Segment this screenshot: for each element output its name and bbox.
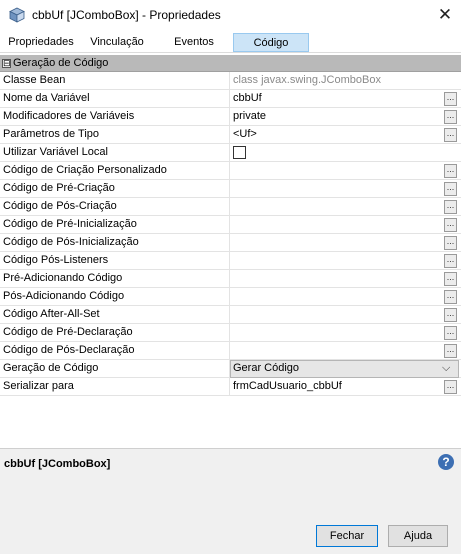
property-row[interactable]: Código de Pós-Criação... — [0, 198, 461, 216]
property-name: Código After-All-Set — [3, 308, 100, 320]
property-checkbox[interactable] — [233, 146, 246, 159]
column-divider — [229, 198, 230, 216]
property-row[interactable]: Parâmetros de Tipo <Uf>... — [0, 126, 461, 144]
property-row[interactable]: Código de Pós-Inicialização... — [0, 234, 461, 252]
column-divider — [229, 126, 230, 144]
column-divider — [229, 162, 230, 180]
property-name: Código de Pré-Declaração — [3, 326, 133, 338]
property-row[interactable]: Código de Pré-Declaração... — [0, 324, 461, 342]
property-value[interactable]: <Uf> — [233, 128, 438, 140]
help-button[interactable]: Ajuda — [388, 525, 448, 547]
description-title: cbbUf [JComboBox] — [4, 458, 111, 470]
property-name: Código de Pós-Declaração — [3, 344, 135, 356]
title-bar: cbbUf [JComboBox] - Propriedades ✕ — [0, 0, 461, 31]
ellipsis-button[interactable]: ... — [444, 200, 457, 214]
help-icon[interactable]: ? — [438, 454, 454, 470]
close-button[interactable]: Fechar — [316, 525, 378, 547]
section-header[interactable]: ⊟ Geração de Código — [0, 55, 461, 72]
property-sheet: Classe Bean class javax.swing.JComboBox No… — [0, 72, 461, 396]
ellipsis-button[interactable]: ... — [444, 92, 457, 106]
property-row[interactable]: Código de Criação Personalizado... — [0, 162, 461, 180]
section-label: Geração de Código — [13, 57, 109, 69]
ellipsis-button[interactable]: ... — [444, 380, 457, 394]
property-row[interactable]: Geração de Código Gerar Código ⌵ — [0, 360, 461, 378]
property-row[interactable]: Nome da Variável cbbUf... — [0, 90, 461, 108]
property-name: Parâmetros de Tipo — [3, 128, 99, 140]
property-row[interactable]: Serializar para frmCadUsuario_cbbUf... — [0, 378, 461, 396]
property-name: Código de Pós-Inicialização — [3, 236, 139, 248]
property-name: Utilizar Variável Local — [3, 146, 108, 158]
description-panel: cbbUf [JComboBox] ? Fechar Ajuda — [0, 448, 461, 554]
property-name: Modificadores de Variáveis — [3, 110, 135, 122]
collapse-icon[interactable]: ⊟ — [2, 59, 11, 68]
column-divider — [229, 324, 230, 342]
column-divider — [229, 108, 230, 126]
property-name: Geração de Código — [3, 362, 99, 374]
column-divider — [229, 378, 230, 396]
property-row[interactable]: Código Pós-Listeners... — [0, 252, 461, 270]
column-divider — [229, 216, 230, 234]
window-title: cbbUf [JComboBox] - Propriedades — [32, 8, 221, 22]
column-divider — [229, 342, 230, 360]
property-value[interactable]: frmCadUsuario_cbbUf — [233, 380, 438, 392]
tab-eventos[interactable]: Eventos — [168, 33, 220, 52]
property-name: Código de Pré-Criação — [3, 182, 115, 194]
property-row[interactable]: Código de Pré-Inicialização... — [0, 216, 461, 234]
ellipsis-button[interactable]: ... — [444, 308, 457, 322]
column-divider — [229, 144, 230, 162]
ellipsis-button[interactable]: ... — [444, 290, 457, 304]
property-name: Código de Pós-Criação — [3, 200, 117, 212]
dropdown-value: Gerar Código — [233, 362, 300, 374]
ellipsis-button[interactable]: ... — [444, 182, 457, 196]
tab-propriedades[interactable]: Propriedades — [6, 33, 76, 52]
property-name: Pós-Adicionando Código — [3, 290, 125, 302]
ellipsis-button[interactable]: ... — [444, 272, 457, 286]
close-icon[interactable]: ✕ — [432, 3, 458, 27]
property-row[interactable]: Classe Bean class javax.swing.JComboBox — [0, 72, 461, 90]
property-value[interactable]: private — [233, 110, 438, 122]
column-divider — [229, 306, 230, 324]
property-name: Serializar para — [3, 380, 74, 392]
property-name: Classe Bean — [3, 74, 66, 86]
property-row[interactable]: Pré-Adicionando Código... — [0, 270, 461, 288]
property-row[interactable]: Pós-Adicionando Código... — [0, 288, 461, 306]
column-divider — [229, 90, 230, 108]
property-row[interactable]: Modificadores de Variáveis private... — [0, 108, 461, 126]
property-name: Nome da Variável — [3, 92, 90, 104]
column-divider — [229, 72, 230, 90]
ellipsis-button[interactable]: ... — [444, 254, 457, 268]
tab-codigo[interactable]: Código — [233, 33, 309, 52]
column-divider — [229, 234, 230, 252]
property-name: Código Pós-Listeners — [3, 254, 109, 266]
property-name: Código de Criação Personalizado — [3, 164, 167, 176]
column-divider — [229, 288, 230, 306]
property-name: Pré-Adicionando Código — [3, 272, 123, 284]
property-dropdown[interactable]: Gerar Código ⌵ — [230, 360, 459, 378]
property-name: Código de Pré-Inicialização — [3, 218, 137, 230]
ellipsis-button[interactable]: ... — [444, 326, 457, 340]
ellipsis-button[interactable]: ... — [444, 128, 457, 142]
tab-vinculacao[interactable]: Vinculação — [86, 33, 148, 52]
tab-bar: Propriedades Vinculação Eventos Código — [0, 32, 461, 53]
property-value: class javax.swing.JComboBox — [233, 74, 381, 86]
column-divider — [229, 180, 230, 198]
ellipsis-button[interactable]: ... — [444, 236, 457, 250]
property-row[interactable]: Utilizar Variável Local — [0, 144, 461, 162]
ellipsis-button[interactable]: ... — [444, 164, 457, 178]
property-row[interactable]: Código After-All-Set... — [0, 306, 461, 324]
property-row[interactable]: Código de Pós-Declaração... — [0, 342, 461, 360]
property-value[interactable]: cbbUf — [233, 92, 438, 104]
column-divider — [229, 270, 230, 288]
component-cube-icon — [9, 7, 25, 23]
ellipsis-button[interactable]: ... — [444, 344, 457, 358]
chevron-down-icon[interactable]: ⌵ — [442, 362, 450, 375]
column-divider — [229, 252, 230, 270]
ellipsis-button[interactable]: ... — [444, 218, 457, 232]
ellipsis-button[interactable]: ... — [444, 110, 457, 124]
property-row[interactable]: Código de Pré-Criação... — [0, 180, 461, 198]
